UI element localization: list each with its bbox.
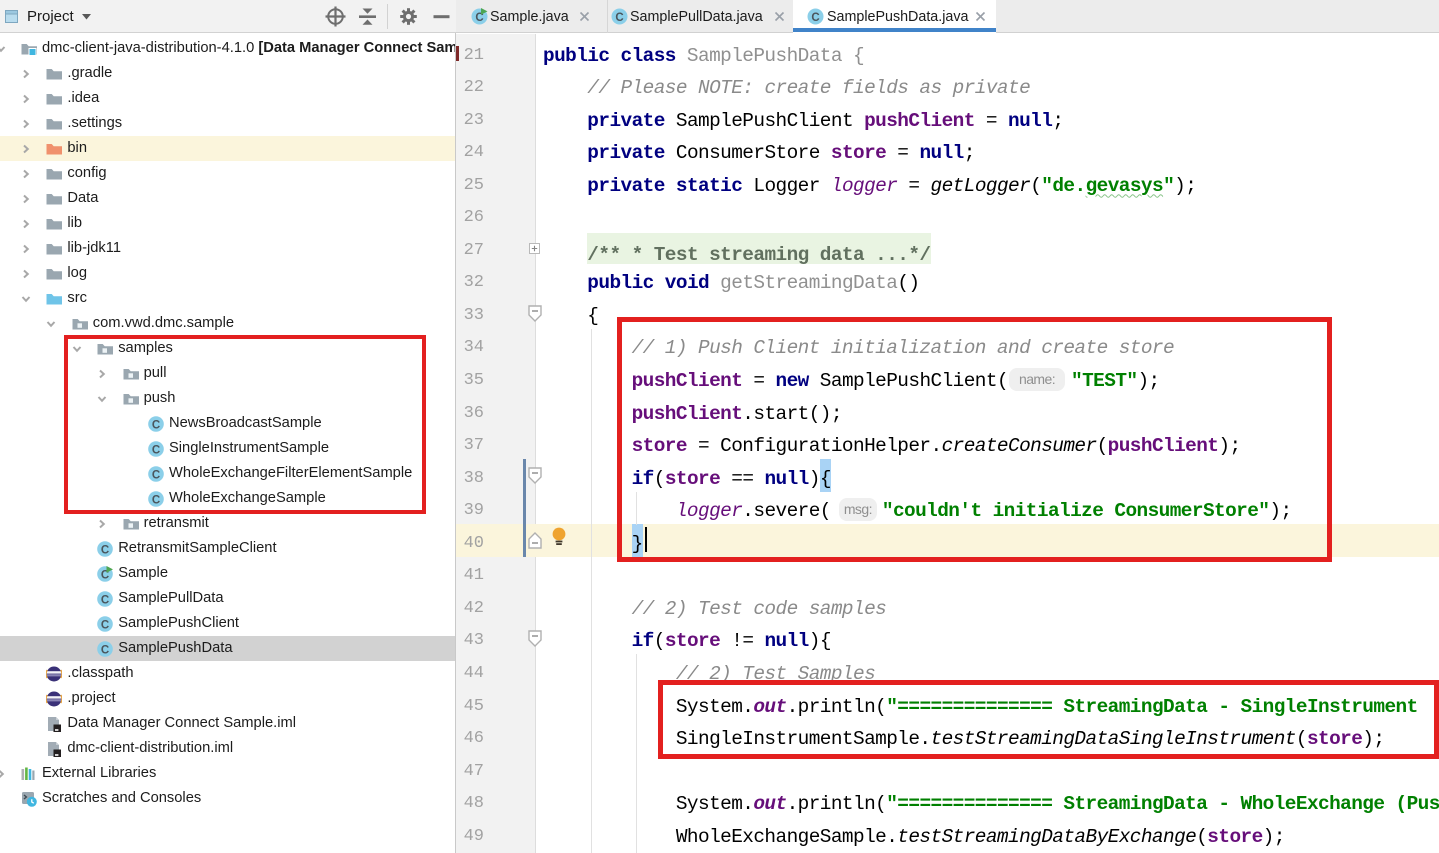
- svg-text:C: C: [101, 544, 109, 556]
- svg-text:C: C: [811, 12, 819, 24]
- svg-text:C: C: [615, 12, 623, 24]
- svg-text:C: C: [101, 644, 109, 656]
- svg-text:C: C: [101, 619, 109, 631]
- svg-text:C: C: [101, 594, 109, 606]
